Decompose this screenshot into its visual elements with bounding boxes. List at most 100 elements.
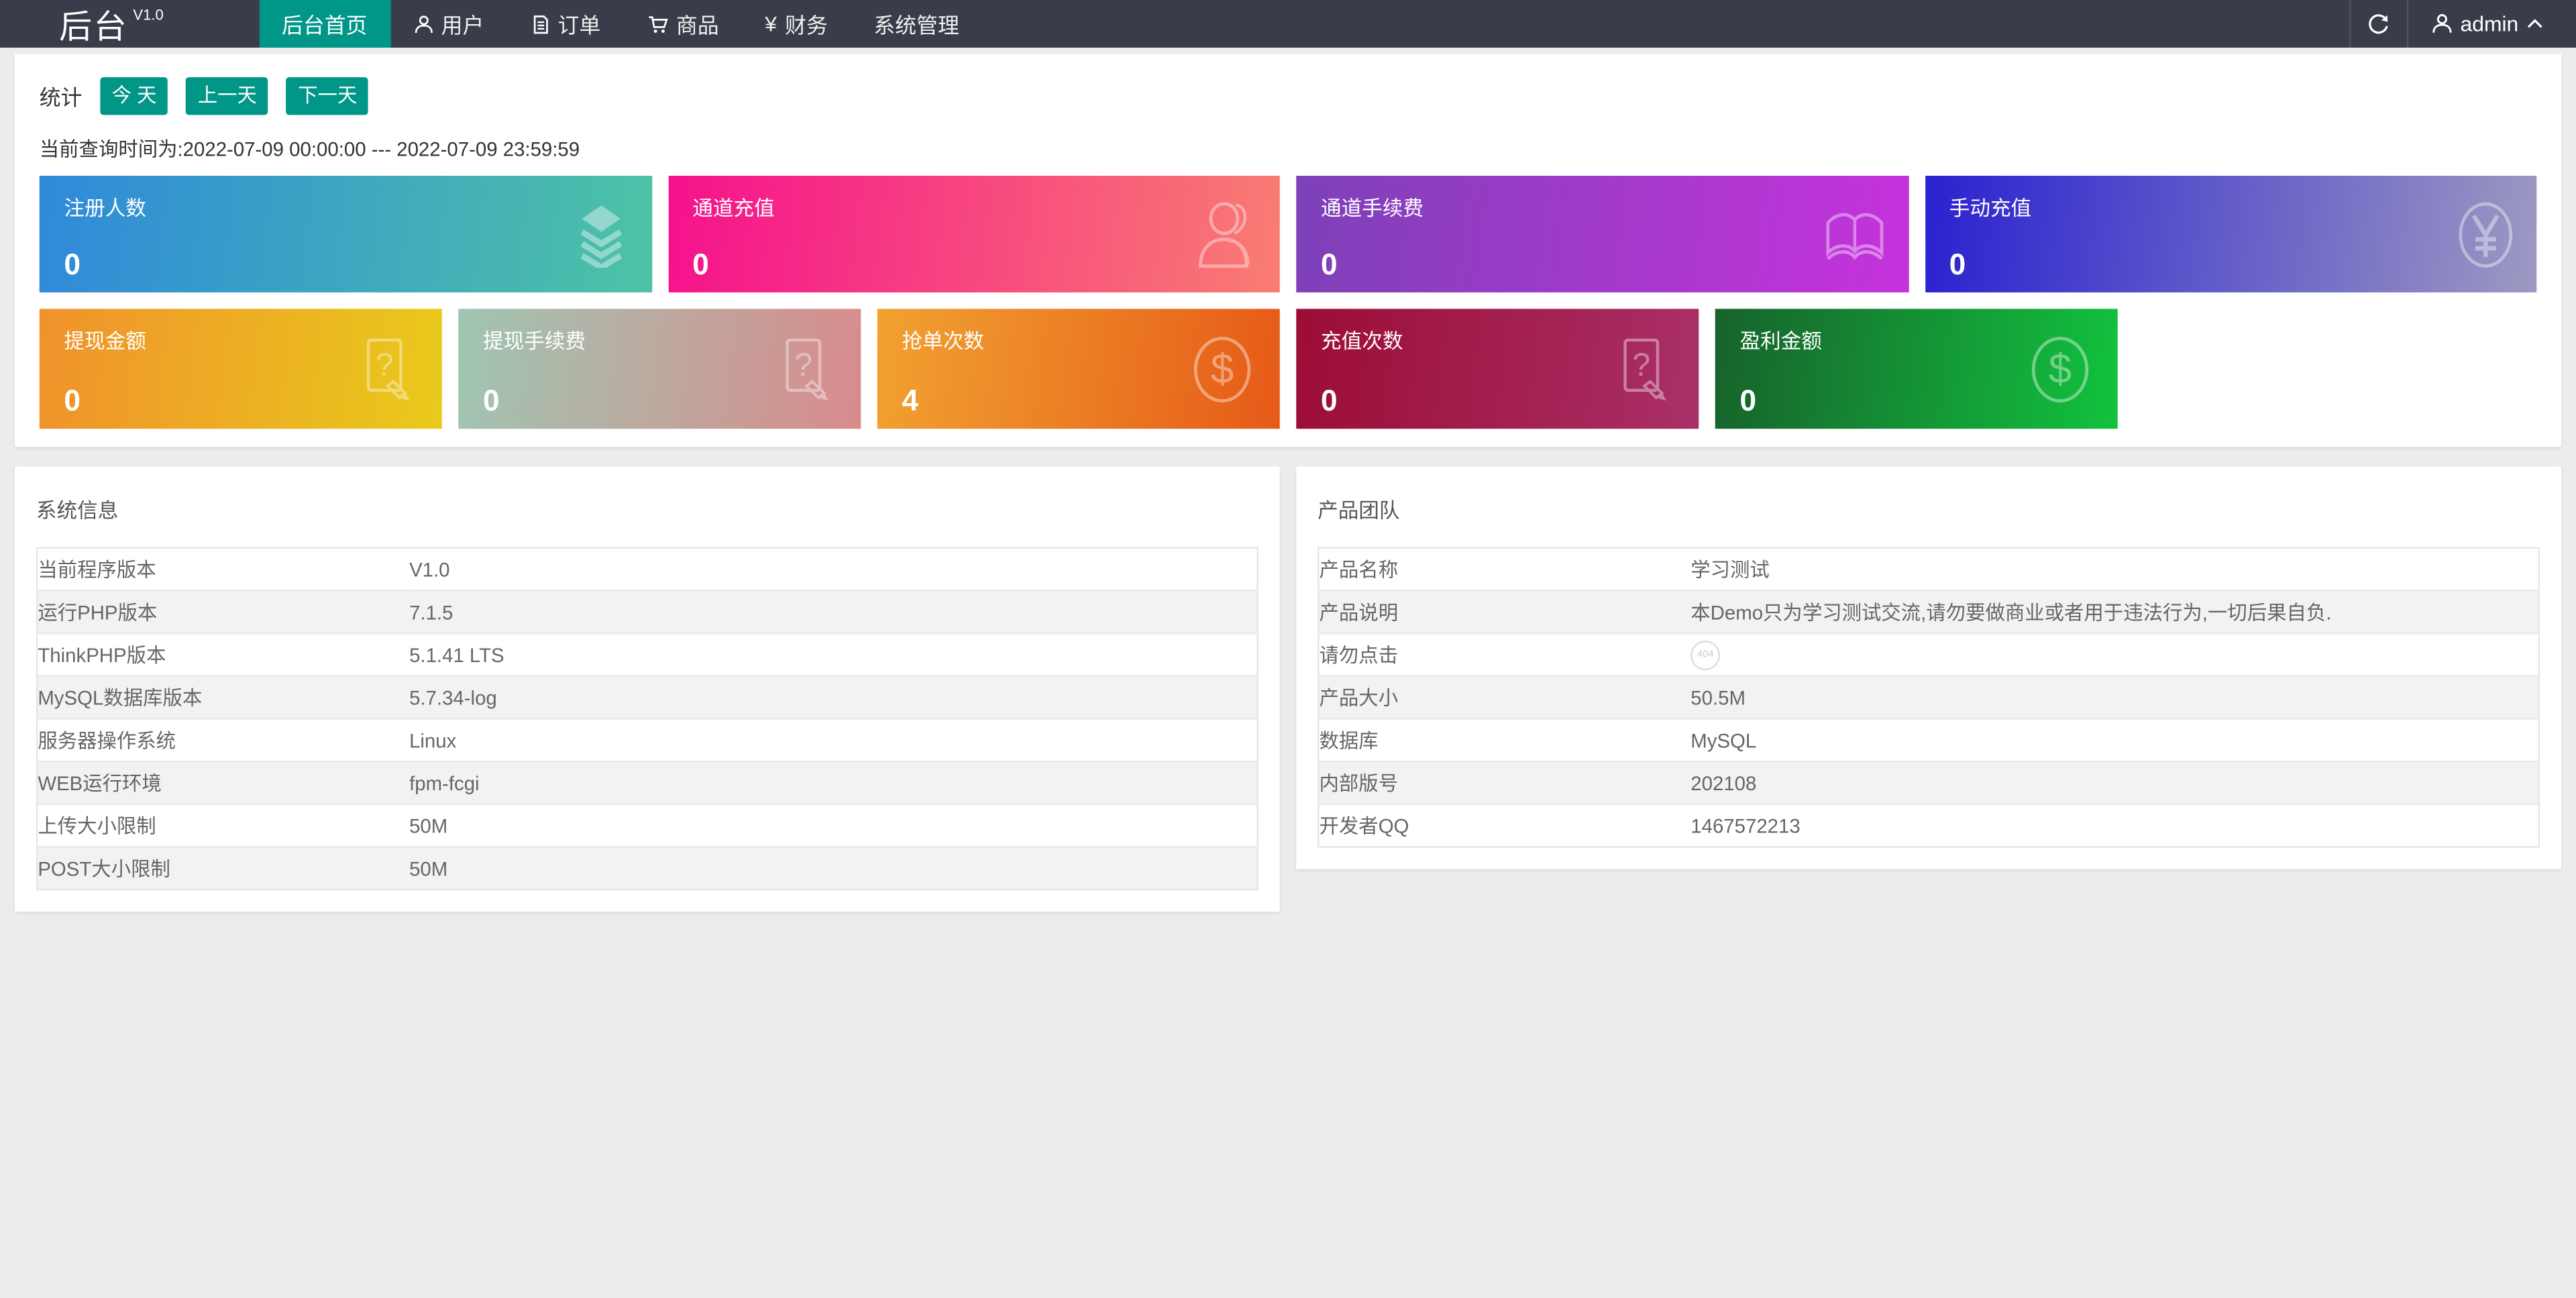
row-label: 内部版号	[1318, 761, 1691, 806]
row-label: 服务器操作系统	[37, 718, 410, 763]
nav-item-label: 后台首页	[282, 13, 368, 38]
dollar-circle-icon: $	[2029, 334, 2091, 403]
table-row: ThinkPHP版本 5.1.41 LTS	[37, 633, 1258, 677]
row-value: 404	[1690, 633, 2539, 677]
row-label: 数据库	[1318, 718, 1691, 763]
row-value: fpm-fcgi	[409, 761, 1258, 806]
row-value: 50M	[409, 804, 1258, 848]
row-label: MySQL数据库版本	[37, 675, 410, 720]
svg-text:?: ?	[376, 346, 394, 382]
row-value: V1.0	[409, 547, 1258, 592]
question-paper-icon: ?	[775, 336, 835, 402]
system-info-title: 系统信息	[36, 499, 119, 523]
user-icon	[413, 14, 433, 34]
top-navbar: 后台 V1.0 后台首页 用户 订单 商品 ¥ 财务 系统管理 admin	[0, 0, 2576, 48]
table-row: 运行PHP版本 7.1.5	[37, 590, 1258, 635]
row-value: MySQL	[1690, 718, 2539, 763]
refresh-icon	[2367, 12, 2390, 35]
nav-item-label: 系统管理	[873, 13, 959, 38]
nav-item-label: 订单	[557, 13, 601, 38]
stat-card-withdraw-amount: 提现金额 0 ?	[39, 309, 442, 429]
today-button[interactable]: 今 天	[100, 77, 168, 115]
stat-card-profit-amount: 盈利金额 0 $	[1715, 309, 2118, 429]
table-row: MySQL数据库版本 5.7.34-log	[37, 675, 1258, 720]
product-team-panel: 产品团队 产品名称 学习测试 产品说明 本Demo只为学习测试交流,请勿要做商业或者…	[1296, 466, 2561, 869]
nav-item-system[interactable]: 系统管理	[851, 0, 982, 48]
next-day-button[interactable]: 下一天	[286, 77, 369, 115]
system-info-table: 当前程序版本 V1.0 运行PHP版本 7.1.5 ThinkPHP版本 5.1.41…	[36, 547, 1258, 891]
svg-text:$: $	[2049, 345, 2072, 392]
bottom-panels: 系统信息 当前程序版本 V1.0 运行PHP版本 7.1.5 ThinkPHP版本 5…	[15, 466, 2561, 912]
table-row: 上传大小限制 50M	[37, 804, 1258, 848]
table-row: 数据库 MySQL	[1318, 718, 2539, 763]
table-row: 产品名称 学习测试	[1318, 547, 2539, 592]
badge-404[interactable]: 404	[1690, 639, 1721, 669]
person-icon	[1196, 200, 1258, 269]
table-row: 产品说明 本Demo只为学习测试交流,请勿要做商业或者用于违法行为,一切后果自负.	[1318, 590, 2539, 635]
stat-card-value: 0	[64, 248, 81, 281]
row-label: ThinkPHP版本	[37, 633, 410, 677]
row-value: 7.1.5	[409, 590, 1258, 635]
cart-icon	[647, 14, 668, 34]
stat-card-recharge-count: 充值次数 0 ?	[1296, 309, 1699, 429]
main-nav: 后台首页 用户 订单 商品 ¥ 财务 系统管理	[258, 0, 982, 48]
nav-item-orders[interactable]: 订单	[507, 0, 624, 48]
question-paper-icon: ?	[1613, 336, 1672, 402]
table-row: 产品大小 50.5M	[1318, 675, 2539, 720]
stat-card-channel-recharge: 通道充值 0	[667, 176, 1280, 292]
nav-item-finance[interactable]: ¥ 财务	[742, 0, 851, 48]
system-info-panel: 系统信息 当前程序版本 V1.0 运行PHP版本 7.1.5 ThinkPHP版本 5…	[15, 466, 1280, 912]
row-label: POST大小限制	[38, 857, 170, 881]
row-label: WEB运行环境	[37, 761, 410, 806]
table-row: 开发者QQ 1467572213	[1318, 804, 2539, 847]
yen-icon: ¥	[765, 11, 777, 36]
row-value: 5.7.34-log	[409, 675, 1258, 720]
stat-card-label: 手动充值	[1949, 197, 2032, 221]
table-row: 请勿点击 404	[1318, 633, 2539, 677]
nav-item-products[interactable]: 商品	[624, 0, 742, 48]
nav-item-label: 商品	[676, 13, 719, 38]
stat-card-label: 通道手续费	[1320, 197, 1424, 221]
nav-item-label: 用户	[441, 13, 484, 38]
prev-day-button[interactable]: 上一天	[186, 77, 269, 115]
row-label: 当前程序版本	[37, 547, 410, 592]
row-label: 运行PHP版本	[37, 590, 410, 635]
row-value: 50.5M	[1690, 675, 2539, 720]
row-label: 产品名称	[1318, 547, 1691, 592]
stats-section-label: 统计	[39, 85, 83, 111]
nav-item-home[interactable]: 后台首页	[258, 0, 390, 48]
user-menu[interactable]: admin	[2408, 0, 2566, 48]
username: admin	[2460, 11, 2519, 36]
query-time-text: 当前查询时间为:2022-07-09 00:00:00 --- 2022-07-…	[39, 138, 580, 162]
stats-header: 统计 今 天 上一天 下一天	[40, 77, 2536, 115]
row-value: 本Demo只为学习测试交流,请勿要做商业或者用于违法行为,一切后果自负.	[1690, 590, 2539, 635]
refresh-button[interactable]	[2350, 0, 2406, 48]
stat-card-label: 注册人数	[64, 197, 146, 221]
row-value: 1467572213	[1690, 814, 1801, 837]
row-label: 产品大小	[1318, 675, 1691, 720]
row-value: 202108	[1690, 761, 2539, 806]
avatar-icon	[2430, 13, 2452, 35]
app-logo[interactable]: 后台 V1.0	[59, 0, 164, 48]
stat-cards-row2: 提现金额 0 ? 提现手续费 0 ? 抢单次数 4 $ 充值次数 0 ? 盈利金…	[39, 309, 2536, 429]
svg-text:$: $	[1211, 345, 1234, 392]
svg-text:?: ?	[1632, 346, 1650, 382]
row-value: 50M	[409, 857, 448, 880]
app-version: V1.0	[133, 5, 164, 23]
row-label: 上传大小限制	[37, 804, 410, 848]
dollar-circle-icon: $	[1191, 334, 1254, 403]
table-row: 内部版号 202108	[1318, 761, 2539, 806]
table-row: POST大小限制 50M	[37, 847, 1258, 890]
stats-panel: 统计 今 天 上一天 下一天 当前查询时间为:2022-07-09 00:00:…	[15, 54, 2561, 447]
question-paper-icon: ?	[356, 336, 415, 402]
stat-card-value: 0	[1320, 248, 1338, 281]
row-label: 产品说明	[1318, 590, 1691, 635]
layers-icon	[571, 201, 630, 267]
document-icon	[530, 14, 549, 34]
row-value: 学习测试	[1690, 547, 2539, 592]
table-row: WEB运行环境 fpm-fcgi	[37, 761, 1258, 806]
stat-card-channel-fee: 通道手续费 0	[1296, 176, 1909, 292]
nav-item-users[interactable]: 用户	[390, 0, 507, 48]
product-team-title: 产品团队	[1318, 499, 1400, 523]
